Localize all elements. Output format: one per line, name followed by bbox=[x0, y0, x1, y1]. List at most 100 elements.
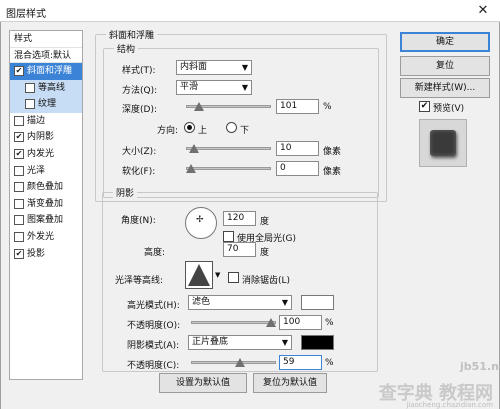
bevel-section-title: 斜面和浮雕 bbox=[106, 28, 158, 41]
direction-up-label: 上 bbox=[198, 126, 208, 136]
structure-title: 结构 bbox=[114, 42, 139, 55]
slider-thumb[interactable] bbox=[186, 164, 196, 173]
style-item-label: 等高线 bbox=[38, 82, 66, 93]
angle-unit: 度 bbox=[260, 217, 270, 227]
style-item-label: 内发光 bbox=[27, 148, 55, 159]
style-list-item[interactable]: ✔ 内阴影 bbox=[10, 129, 82, 146]
contour-icon bbox=[188, 264, 210, 286]
shadow-opacity-slider[interactable] bbox=[191, 358, 276, 367]
close-icon[interactable]: ✕ bbox=[466, 0, 500, 22]
depth-unit: % bbox=[323, 102, 332, 112]
direction-down-label: 下 bbox=[240, 126, 250, 136]
style-list-item[interactable]: ✔ 斜面和浮雕 bbox=[10, 63, 82, 80]
style-item-checkbox[interactable]: ✔ bbox=[14, 248, 24, 259]
direction-down-radio[interactable] bbox=[226, 122, 237, 133]
reset-button[interactable]: 复位 bbox=[400, 56, 490, 76]
style-list: 样式 混合选项:默认 ✔ 斜面和浮雕 等高线 纹理 描边 ✔ 内阴影 ✔ 内发光 光泽 颜色叠加 渐变… bbox=[9, 30, 83, 380]
style-item-checkbox[interactable] bbox=[14, 198, 24, 209]
altitude-input[interactable]: 70 bbox=[223, 242, 256, 257]
angle-label: 角度(N): bbox=[121, 216, 156, 226]
reset-to-default-button[interactable]: 复位为默认值 bbox=[253, 373, 327, 393]
shadow-mode-value: 正片叠底 bbox=[192, 337, 229, 347]
style-item-checkbox[interactable]: ✔ bbox=[14, 148, 24, 159]
gloss-contour-preview[interactable] bbox=[185, 261, 213, 289]
style-select[interactable]: 内斜面 ▼ bbox=[176, 60, 252, 75]
style-item-checkbox[interactable] bbox=[14, 215, 24, 226]
shadow-color-swatch[interactable] bbox=[301, 335, 334, 350]
slider-thumb[interactable] bbox=[189, 144, 199, 153]
depth-label: 深度(D): bbox=[122, 105, 157, 115]
chevron-down-icon: ▼ bbox=[241, 83, 248, 92]
style-item-checkbox[interactable] bbox=[25, 82, 35, 93]
slider-thumb[interactable] bbox=[235, 358, 246, 367]
style-label: 样式(T): bbox=[122, 66, 156, 76]
technique-select[interactable]: 平滑 ▼ bbox=[176, 80, 252, 95]
highlight-mode-select[interactable]: 滤色 ▼ bbox=[188, 295, 292, 310]
style-list-item[interactable]: 纹理 bbox=[10, 96, 82, 113]
size-input[interactable]: 10 bbox=[276, 141, 319, 156]
style-list-item[interactable]: 光泽 bbox=[10, 163, 82, 180]
style-item-checkbox[interactable] bbox=[14, 165, 24, 176]
size-slider[interactable] bbox=[186, 144, 271, 153]
soften-label: 软化(F): bbox=[122, 167, 156, 177]
crosshair-icon: ✢ bbox=[196, 215, 204, 225]
style-item-checkbox[interactable] bbox=[14, 182, 24, 193]
style-item-label: 光泽 bbox=[27, 165, 46, 176]
depth-input[interactable]: 101 bbox=[276, 99, 319, 114]
style-item-checkbox[interactable]: ✔ bbox=[14, 66, 24, 76]
highlight-opacity-slider[interactable] bbox=[191, 318, 276, 327]
chevron-down-icon: ▼ bbox=[281, 298, 288, 307]
style-list-item[interactable]: 图案叠加 bbox=[10, 212, 82, 229]
structure-group: 结构 样式(T): 内斜面 ▼ 方法(Q): 平滑 ▼ 深度(D): 101 % 方… bbox=[103, 42, 379, 198]
antialias-checkbox[interactable] bbox=[228, 272, 239, 283]
style-list-item[interactable]: 渐变叠加 bbox=[10, 196, 82, 213]
style-list-item[interactable]: 颜色叠加 bbox=[10, 179, 82, 196]
ok-button[interactable]: 确定 bbox=[400, 32, 490, 52]
slider-thumb[interactable] bbox=[266, 318, 276, 327]
highlight-opacity-input[interactable]: 100 bbox=[279, 315, 322, 330]
angle-dial[interactable]: ✢ bbox=[185, 207, 217, 239]
technique-label: 方法(Q): bbox=[122, 86, 158, 96]
soften-unit: 像素 bbox=[323, 167, 342, 177]
preview-checkbox[interactable]: ✔ bbox=[419, 101, 430, 112]
angle-input[interactable]: 120 bbox=[223, 211, 256, 226]
direction-up-radio[interactable] bbox=[184, 122, 195, 133]
shadow-opacity-input[interactable]: 59 bbox=[279, 355, 322, 370]
make-default-button[interactable]: 设置为默认值 bbox=[159, 373, 247, 393]
chevron-down-icon[interactable]: ▼ bbox=[215, 271, 220, 279]
altitude-unit: 度 bbox=[260, 248, 270, 258]
window-title: 图层样式 bbox=[6, 9, 46, 20]
slider-track bbox=[191, 321, 276, 324]
watermark-sub: jiaocheng.chazidian.com bbox=[406, 401, 493, 409]
slider-thumb[interactable] bbox=[193, 102, 204, 111]
style-item-checkbox[interactable] bbox=[14, 231, 24, 242]
gloss-contour-label: 光泽等高线: bbox=[115, 276, 164, 286]
style-item-checkbox[interactable]: ✔ bbox=[14, 132, 24, 143]
shadow-mode-select[interactable]: 正片叠底 ▼ bbox=[188, 335, 292, 350]
style-list-item[interactable]: 描边 bbox=[10, 113, 82, 130]
new-style-button[interactable]: 新建样式(W)... bbox=[400, 78, 490, 98]
blending-options-item[interactable]: 混合选项:默认 bbox=[10, 47, 82, 63]
slider-track bbox=[186, 167, 271, 170]
size-label: 大小(Z): bbox=[122, 147, 157, 157]
style-list-header[interactable]: 样式 bbox=[10, 31, 82, 47]
highlight-opacity-label: 不透明度(O): bbox=[127, 321, 181, 331]
style-list-item[interactable]: ✔ 投影 bbox=[10, 246, 82, 263]
style-list-item[interactable]: ✔ 内发光 bbox=[10, 146, 82, 163]
style-item-checkbox[interactable] bbox=[25, 99, 35, 110]
style-preview bbox=[419, 119, 467, 167]
style-item-label: 渐变叠加 bbox=[27, 198, 64, 209]
global-light-checkbox[interactable] bbox=[223, 231, 234, 242]
highlight-mode-value: 滤色 bbox=[192, 297, 211, 307]
soften-slider[interactable] bbox=[186, 164, 271, 173]
style-item-checkbox[interactable] bbox=[14, 115, 24, 126]
soften-input[interactable]: 0 bbox=[276, 161, 319, 176]
depth-slider[interactable] bbox=[186, 102, 271, 111]
highlight-color-swatch[interactable] bbox=[301, 295, 334, 310]
style-list-item[interactable]: 外发光 bbox=[10, 229, 82, 246]
style-item-label: 图案叠加 bbox=[27, 215, 64, 226]
preview-thumbnail bbox=[430, 130, 456, 156]
chevron-down-icon: ▼ bbox=[241, 63, 248, 72]
style-list-item[interactable]: 等高线 bbox=[10, 79, 82, 97]
bevel-emboss-group: 斜面和浮雕 结构 样式(T): 内斜面 ▼ 方法(Q): 平滑 ▼ 深度(D): 1… bbox=[95, 28, 387, 202]
